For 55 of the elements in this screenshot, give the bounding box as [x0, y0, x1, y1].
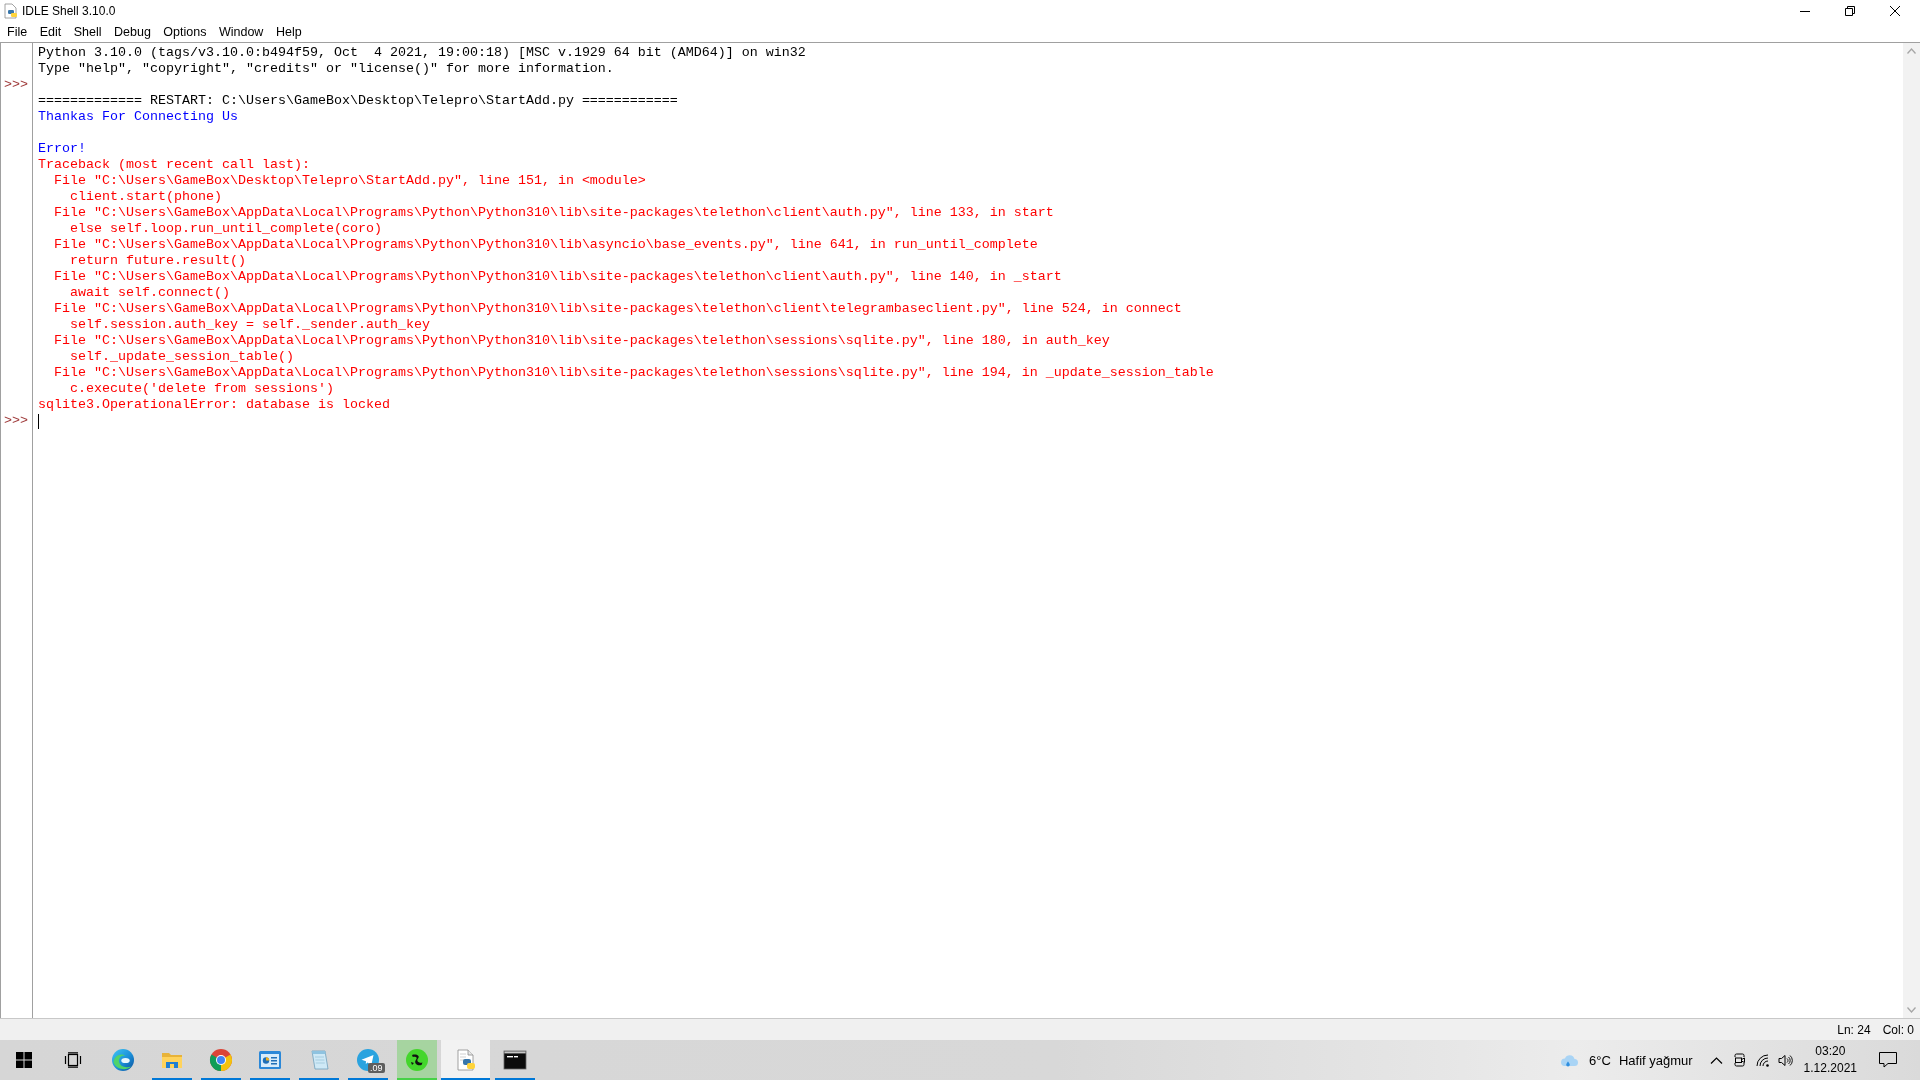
cloud-rain-icon: [1559, 1052, 1580, 1068]
wifi-icon: [1754, 1052, 1770, 1068]
temperature-text: 6°C: [1589, 1052, 1611, 1068]
error-text: self._update_session_table(): [69, 349, 294, 365]
error-text: c.execute('delete from sessions'): [69, 381, 334, 397]
error-text: sqlite3.OperationalError: database is locked: [38, 397, 390, 413]
error-text: client.start(phone): [69, 189, 222, 205]
error-text: File "C:\Users\GameBox\AppData\Local\Programs\Python\Python310\lib\site-packages\telethon\client\auth.py", line 133, in start: [53, 205, 1054, 221]
output-text: Error!: [38, 141, 86, 157]
column-indicator: Col: 0: [1882, 1022, 1914, 1037]
snake-logo-icon: [404, 1048, 429, 1072]
error-text: File "C:\Users\GameBox\AppData\Local\Programs\Python\Python310\lib\site-packages\telethon\client\auth.py", line 140, in _start: [53, 269, 1062, 285]
camera-icon: [1731, 1052, 1747, 1068]
error-text: File "C:\Users\GameBox\Desktop\Telepro\StartAdd.py", line 151, in <module>: [53, 173, 646, 189]
close-icon: [1889, 6, 1900, 16]
menu-item[interactable]: Edit: [33, 23, 68, 41]
error-text: Traceback (most recent call last):: [38, 157, 310, 173]
error-text: File "C:\Users\GameBox\AppData\Local\Programs\Python\Python310\lib\asyncio\base_events.py", line 641, in run_until_complete: [53, 237, 1038, 253]
error-text: await self.connect(): [69, 285, 230, 301]
notification-icon: [1879, 1052, 1897, 1068]
restore-icon: [1844, 6, 1855, 16]
document-icon: [3, 3, 19, 19]
error-text: File "C:\Users\GameBox\AppData\Local\Programs\Python\Python310\lib\site-packages\telethon\sessions\sqlite.py", line 180, in auth_key: [53, 333, 1110, 349]
scroll-down-icon[interactable]: [1907, 1007, 1916, 1013]
circle-logo-icon: [208, 1048, 233, 1072]
scroll-up-icon[interactable]: [1907, 48, 1916, 54]
prompt-text: >>>: [3, 77, 28, 93]
console-text: Type "help", "copyright", "credits" or "license()" for more information.: [38, 61, 614, 77]
prompt-text: >>>: [3, 413, 28, 429]
start-icon: [16, 1052, 32, 1068]
window-chart-icon: [257, 1048, 282, 1072]
scrollbar[interactable]: [1903, 43, 1920, 1018]
error-text: else self.loop.run_until_complete(coro): [69, 221, 382, 237]
terminal-icon: [502, 1048, 527, 1072]
menu-item[interactable]: Shell: [67, 23, 108, 41]
error-text: File "C:\Users\GameBox\AppData\Local\Programs\Python\Python310\lib\site-packages\telethon\client\telegrambaseclient.py", line 524, in connect: [53, 301, 1182, 317]
menu-item[interactable]: Help: [269, 23, 308, 41]
clock-button[interactable]: 03:20 1.12.2021: [1796, 1040, 1864, 1080]
window-title: IDLE Shell 3.10.0: [22, 4, 116, 18]
error-text: File "C:\Users\GameBox\AppData\Local\Programs\Python\Python310\lib\site-packages\telethon\sessions\sqlite.py", line 194, in _update_session_table: [53, 365, 1214, 381]
weather-condition-text: Hafif yağmur: [1618, 1052, 1693, 1068]
menu-item[interactable]: File: [1, 23, 34, 41]
error-text: return future.result(): [69, 253, 246, 269]
output-text: Thankas For Connecting Us: [38, 109, 238, 125]
task-view-icon: [64, 1052, 82, 1068]
line-indicator: Ln: 24: [1837, 1022, 1871, 1037]
count-badge: .09: [368, 1063, 385, 1073]
console-text: ============= RESTART: C:\Users\GameBox\Desktop\Telepro\StartAdd.py ============: [38, 93, 678, 109]
error-text: self.session.auth_key = self._sender.auth_key: [69, 317, 430, 333]
menu-item[interactable]: Window: [212, 23, 270, 41]
menu-item[interactable]: Options: [157, 23, 213, 41]
volume-icon: [1777, 1052, 1793, 1068]
menu-item[interactable]: Debug: [108, 23, 157, 41]
console-text: Python 3.10.0 (tags/v3.10.0:b494f59, Oct 4 2021, 19:00:18) [MSC v.1929 64 bit (AMD64)] on win32: [38, 45, 806, 61]
wave-logo-icon: [110, 1048, 135, 1072]
